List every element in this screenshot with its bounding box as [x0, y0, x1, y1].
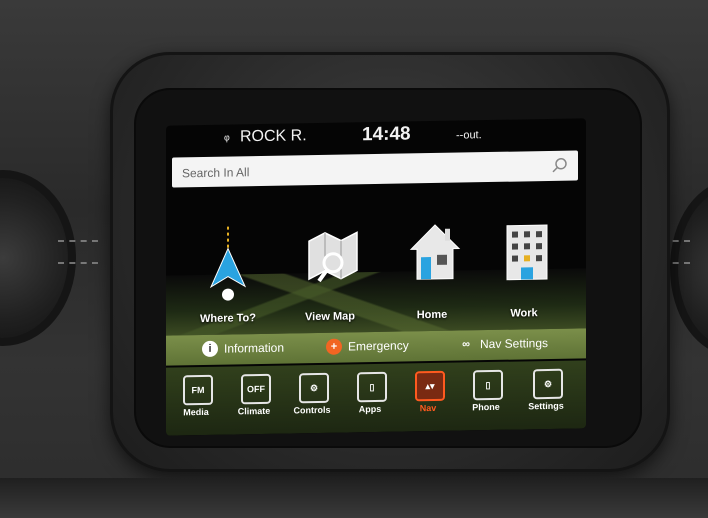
action-label: Nav Settings — [480, 335, 549, 352]
dock-label: Nav — [419, 402, 437, 414]
search-bar[interactable] — [172, 150, 578, 188]
bottom-dock: FM Media OFF Climate ⚙ Controls ▯ Apps ▴… — [166, 360, 586, 436]
office-building-icon — [506, 224, 548, 281]
tile-label: Home — [416, 308, 448, 322]
infotainment-screen: ᵠ ROCK R. 14:48 --out. Where To? — [166, 118, 586, 436]
car-dashboard-photo: ᵠ ROCK R. 14:48 --out. Where To? — [0, 0, 708, 518]
dock-phone[interactable]: ▯ Phone — [462, 369, 510, 429]
dock-media[interactable]: FM Media — [172, 374, 220, 434]
tile-home[interactable]: Home — [392, 220, 472, 321]
stitching — [58, 262, 98, 266]
fm-icon: FM — [183, 374, 213, 406]
search-input[interactable] — [180, 156, 544, 185]
action-bar: i Information + Emergency ∞ Nav Settings — [166, 328, 586, 366]
phone-icon: ▯ — [473, 369, 503, 401]
dock-label: Media — [183, 406, 209, 418]
controls-icon: ⚙ — [299, 372, 329, 404]
dock-label: Phone — [472, 401, 500, 413]
house-icon — [409, 224, 461, 280]
dock-nav[interactable]: ▴▾ Nav — [404, 370, 452, 430]
status-bar: ᵠ ROCK R. 14:48 --out. — [166, 118, 586, 153]
tile-label: Work — [510, 307, 538, 320]
stitching — [58, 240, 98, 244]
apps-icon: ▯ — [357, 371, 387, 403]
action-label: Emergency — [348, 338, 409, 354]
search-icon[interactable] — [550, 156, 570, 176]
nav-compass-icon: ▴▾ — [415, 370, 445, 402]
dash-trim — [0, 478, 708, 518]
climate-off-icon: OFF — [241, 373, 271, 405]
map-magnifier-icon — [308, 231, 358, 283]
radio-station[interactable]: ROCK R. — [240, 127, 307, 146]
tile-view-map[interactable]: View Map — [290, 222, 370, 323]
link-settings-icon: ∞ — [462, 338, 470, 351]
dock-label: Settings — [528, 400, 564, 412]
tile-where-to[interactable]: Where To? — [188, 224, 268, 325]
emergency-plus-icon: + — [326, 338, 342, 355]
information-button[interactable]: i Information — [202, 340, 285, 358]
radio-signal-icon: ᵠ — [224, 131, 230, 147]
navigation-arrow-icon — [209, 226, 247, 301]
tile-work[interactable]: Work — [484, 219, 564, 320]
outside-temperature: --out. — [456, 129, 482, 142]
dock-label: Controls — [293, 404, 331, 416]
info-icon: i — [202, 340, 218, 358]
dock-label: Climate — [237, 405, 271, 417]
action-label: Information — [224, 340, 285, 356]
tile-label: View Map — [305, 310, 355, 324]
dock-label: Apps — [358, 403, 382, 415]
air-vent-right — [670, 180, 708, 356]
air-vent-left — [0, 170, 76, 346]
dock-climate[interactable]: OFF Climate — [230, 373, 278, 433]
dock-settings[interactable]: ⚙ Settings — [522, 368, 570, 428]
clock: 14:48 — [362, 123, 411, 146]
dock-controls[interactable]: ⚙ Controls — [288, 372, 336, 432]
nav-settings-button[interactable]: ∞ Nav Settings — [458, 335, 548, 353]
emergency-button[interactable]: + Emergency — [326, 337, 409, 355]
tile-label: Where To? — [199, 312, 256, 326]
dock-apps[interactable]: ▯ Apps — [346, 371, 394, 431]
gear-icon: ⚙ — [533, 368, 563, 400]
